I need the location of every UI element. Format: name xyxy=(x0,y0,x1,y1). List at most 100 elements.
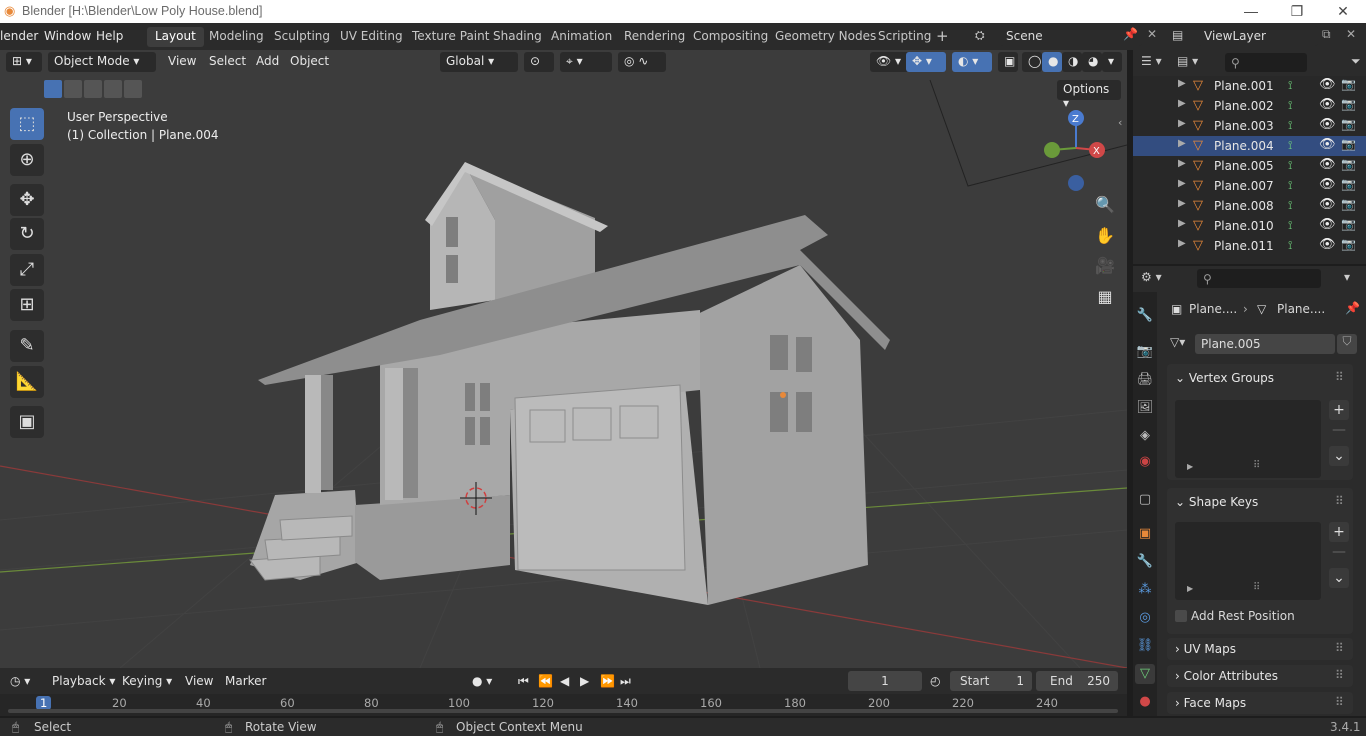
outliner-item[interactable]: ▶ ▽ Plane.010 ⟟ 👁 📷 xyxy=(1133,216,1366,236)
menu-view[interactable]: View xyxy=(168,54,196,68)
solid-shading-icon[interactable]: ● xyxy=(1042,52,1062,72)
cursor-tool-icon[interactable]: ⊕ xyxy=(10,144,44,176)
uv-maps-panel[interactable]: › UV Maps ⠿ xyxy=(1167,638,1353,660)
visibility-eye-icon[interactable]: 👁 xyxy=(1319,197,1336,212)
move-tool-icon[interactable]: ✥ xyxy=(10,184,44,216)
outliner-item[interactable]: ▶ ▽ Plane.004 ⟟ 👁 📷 xyxy=(1133,136,1366,156)
scene-tab-icon[interactable]: ◈ xyxy=(1135,426,1155,446)
outliner-item[interactable]: ▶ ▽ Plane.011 ⟟ 👁 📷 xyxy=(1133,236,1366,256)
object-tab-icon[interactable]: ▣ xyxy=(1135,524,1155,544)
new-viewlayer-icon[interactable]: ⧉ xyxy=(1322,27,1331,42)
tab-compositing[interactable]: Compositing xyxy=(685,27,776,47)
object-data-tab-icon[interactable]: ▽ xyxy=(1135,664,1155,684)
select-box-tool-icon[interactable]: ⬚ xyxy=(10,108,44,140)
render-camera-icon[interactable]: 📷 xyxy=(1341,137,1356,151)
tab-shading[interactable]: Shading xyxy=(485,27,550,47)
menu-marker[interactable]: Marker xyxy=(225,674,266,688)
select-extend-icon[interactable] xyxy=(64,80,82,98)
add-cube-tool-icon[interactable]: ▣ xyxy=(10,406,44,438)
maximize-button[interactable]: ❐ xyxy=(1274,0,1320,23)
vertex-group-menu-button[interactable]: ⌄ xyxy=(1329,446,1349,466)
modifier-icon[interactable]: ⟟ xyxy=(1288,238,1292,253)
menu-blender[interactable]: lender xyxy=(0,29,38,43)
drag-handle-icon[interactable]: ⠿ xyxy=(1335,641,1344,655)
tab-modeling[interactable]: Modeling xyxy=(201,27,272,47)
outliner-item[interactable]: ▶ ▽ Plane.001 ⟟ 👁 📷 xyxy=(1133,76,1366,96)
expand-arrow-icon[interactable]: ▶ xyxy=(1178,178,1186,189)
expand-arrow-icon[interactable]: ▶ xyxy=(1178,118,1186,129)
gizmo-toggle-icon[interactable]: ✥ ▾ xyxy=(906,52,946,72)
start-frame-field[interactable]: Start 1 xyxy=(950,671,1032,691)
expand-arrow-icon[interactable]: ▶ xyxy=(1187,584,1193,593)
tab-texture-paint[interactable]: Texture Paint xyxy=(404,27,497,47)
add-vertex-group-button[interactable]: + xyxy=(1329,400,1349,420)
resize-handle-icon[interactable]: ⠿ xyxy=(1253,460,1260,471)
modifier-icon[interactable]: ⟟ xyxy=(1288,138,1292,153)
menu-select[interactable]: Select xyxy=(209,54,246,68)
collection-tab-icon[interactable]: ▢ xyxy=(1135,490,1155,510)
render-camera-icon[interactable]: 📷 xyxy=(1341,177,1356,191)
wireframe-shading-icon[interactable]: ◯ xyxy=(1022,52,1042,72)
modifier-icon[interactable]: ⟟ xyxy=(1288,78,1292,93)
select-new-icon[interactable] xyxy=(44,80,62,98)
filter-icon[interactable]: ⏷ xyxy=(1351,54,1361,69)
select-subtract-icon[interactable] xyxy=(84,80,102,98)
options-button[interactable]: Options ▾ xyxy=(1057,80,1121,110)
proportional-edit-icon[interactable]: ◎ ∿ xyxy=(618,52,666,72)
select-invert-icon[interactable] xyxy=(104,80,122,98)
view-layer-tab-icon[interactable]: 🖼 xyxy=(1135,398,1155,418)
properties-search-input[interactable]: ⚲ xyxy=(1197,269,1321,288)
menu-window[interactable]: Window xyxy=(44,29,91,43)
rendered-shading-icon[interactable]: ◕ xyxy=(1082,52,1102,72)
tab-animation[interactable]: Animation xyxy=(543,27,620,47)
expand-arrow-icon[interactable]: ▶ xyxy=(1178,198,1186,209)
render-camera-icon[interactable]: 📷 xyxy=(1341,117,1356,131)
expand-arrow-icon[interactable]: ▶ xyxy=(1178,78,1186,89)
pin-icon[interactable]: 📌 xyxy=(1345,301,1360,315)
color-attributes-panel[interactable]: › Color Attributes ⠿ xyxy=(1167,665,1353,687)
material-shading-icon[interactable]: ◑ xyxy=(1062,52,1082,72)
outliner-item[interactable]: ▶ ▽ Plane.005 ⟟ 👁 📷 xyxy=(1133,156,1366,176)
overlay-toggle-icon[interactable]: ◐ ▾ xyxy=(952,52,992,72)
outliner-item[interactable]: ▶ ▽ Plane.008 ⟟ 👁 📷 xyxy=(1133,196,1366,216)
visibility-eye-icon[interactable]: 👁 xyxy=(1319,237,1336,252)
viewlayer-icon[interactable]: ▤ xyxy=(1172,28,1183,42)
pin-icon[interactable]: 📌 xyxy=(1123,27,1138,41)
mesh-browse-icon[interactable]: ▽▾ xyxy=(1170,335,1185,349)
transform-tool-icon[interactable]: ⊞ xyxy=(10,289,44,321)
mode-selector[interactable]: Object Mode ▾ xyxy=(48,52,156,72)
editor-type-button[interactable]: ⊞ ▾ xyxy=(6,52,42,72)
menu-view-timeline[interactable]: View xyxy=(185,674,213,688)
timeline-editor-type-icon[interactable]: ◷ ▾ xyxy=(10,674,30,688)
outliner-item[interactable]: ▶ ▽ Plane.003 ⟟ 👁 📷 xyxy=(1133,116,1366,136)
end-frame-field[interactable]: End 250 xyxy=(1036,671,1118,691)
modifier-icon[interactable]: ⟟ xyxy=(1288,118,1292,133)
output-tab-icon[interactable]: 🖨 xyxy=(1135,370,1155,390)
scene-icon[interactable]: ⛭ xyxy=(975,28,985,43)
visibility-eye-icon[interactable]: 👁 xyxy=(1319,157,1336,172)
shape-keys-list[interactable]: ▶ ⠿ xyxy=(1175,522,1321,600)
drag-handle-icon[interactable]: ⠿ xyxy=(1335,668,1344,682)
visibility-eye-icon[interactable]: 👁 xyxy=(1319,97,1336,112)
remove-scene-icon[interactable]: ✕ xyxy=(1147,27,1157,41)
xray-icon[interactable]: ▣ xyxy=(998,52,1018,72)
modifier-icon[interactable]: ⟟ xyxy=(1288,158,1292,173)
drag-handle-icon[interactable]: ⠿ xyxy=(1335,370,1344,384)
select-intersect-icon[interactable] xyxy=(124,80,142,98)
pan-hand-icon[interactable]: ✋ xyxy=(1091,222,1119,250)
display-mode-icon[interactable]: ▤ ▾ xyxy=(1177,54,1198,68)
tool-tab-icon[interactable]: 🔧 xyxy=(1135,306,1155,326)
visibility-eye-icon[interactable]: 👁 xyxy=(1319,117,1336,132)
remove-shape-key-button[interactable]: — xyxy=(1329,542,1349,562)
expand-arrow-icon[interactable]: ▶ xyxy=(1178,138,1186,149)
expand-arrow-icon[interactable]: ▶ xyxy=(1178,238,1186,249)
shape-keys-header[interactable]: ⌄ Shape Keys xyxy=(1175,495,1258,509)
drag-handle-icon[interactable]: ⠿ xyxy=(1335,494,1344,508)
modifier-icon[interactable]: ⟟ xyxy=(1288,198,1292,213)
remove-viewlayer-icon[interactable]: ✕ xyxy=(1346,27,1356,41)
house-model[interactable] xyxy=(249,162,890,605)
render-camera-icon[interactable]: 📷 xyxy=(1341,157,1356,171)
outliner-search-input[interactable]: ⚲ xyxy=(1225,53,1307,72)
world-tab-icon[interactable]: ◉ xyxy=(1135,452,1155,472)
add-workspace-button[interactable]: + xyxy=(928,25,957,45)
